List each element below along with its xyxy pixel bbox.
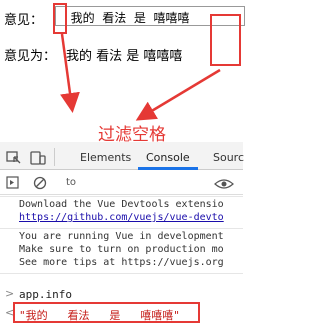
clear-console-icon[interactable] <box>33 176 47 190</box>
tab-sources[interactable]: Sourc <box>213 151 244 164</box>
log-line: See more tips at https://vuejs.org <box>19 257 224 268</box>
arrow-trailing-space <box>135 68 221 121</box>
result-highlight <box>13 302 200 323</box>
tab-console[interactable]: Console <box>146 151 190 164</box>
inspect-element-icon[interactable] <box>6 151 22 165</box>
context-selector[interactable]: to <box>66 177 76 188</box>
tab-elements[interactable]: Elements <box>80 151 131 164</box>
log-line: You are running Vue in development <box>19 231 224 242</box>
sidebar-toggle-icon[interactable] <box>6 176 20 190</box>
log-line: Download the Vue Devtools extensio <box>19 199 224 210</box>
device-toolbar-icon[interactable] <box>30 150 46 166</box>
arrow-leading-space <box>60 33 80 113</box>
log-separator <box>0 273 243 274</box>
eye-icon[interactable] <box>214 178 234 190</box>
prompt-chevron-icon: > <box>5 287 15 300</box>
console-command: app.info <box>19 288 72 301</box>
log-separator <box>0 196 243 197</box>
log-link[interactable]: https://github.com/vuejs/vue-devto <box>19 212 224 223</box>
log-line: Make sure to turn on production mo <box>19 244 224 255</box>
log-separator <box>0 228 243 229</box>
tab-divider <box>54 148 55 166</box>
